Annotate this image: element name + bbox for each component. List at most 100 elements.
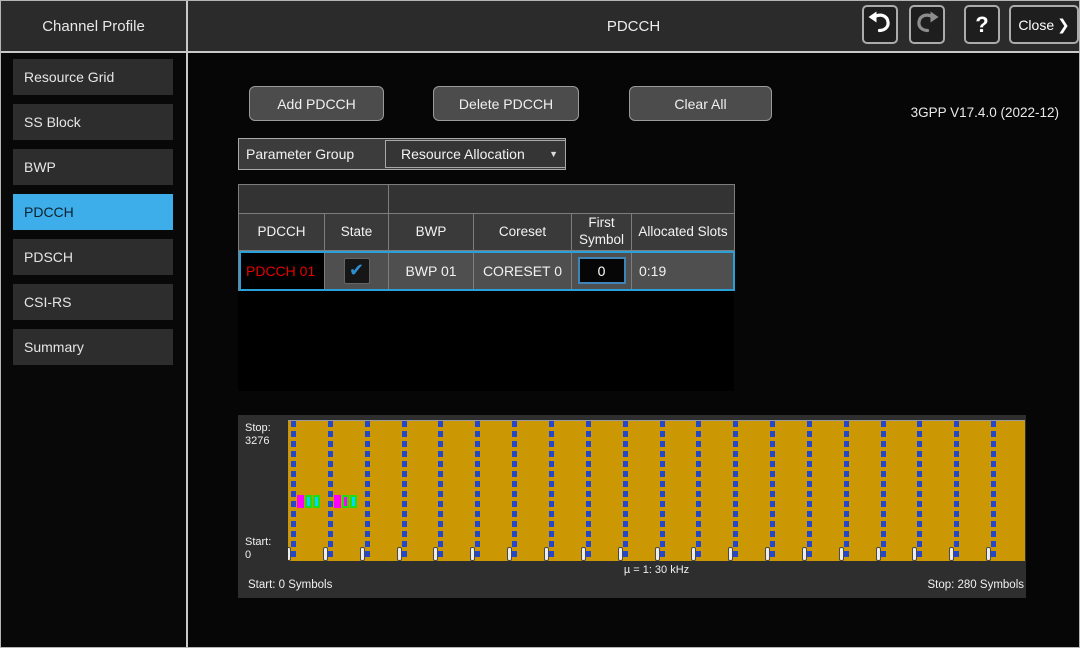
undo-icon: [867, 9, 893, 40]
titlebar-border: [1, 51, 1079, 53]
slot-boundary-line: [954, 421, 959, 561]
bwp-cell[interactable]: BWP 01: [389, 251, 474, 291]
sidebar: Resource Grid SS Block BWP PDCCH PDSCH C…: [1, 53, 186, 647]
first-symbol-input[interactable]: [578, 257, 626, 284]
sidebar-item-pdsch[interactable]: PDSCH: [13, 239, 173, 275]
sidebar-item-csi-rs[interactable]: CSI-RS: [13, 284, 173, 320]
y-axis-start-label: Start: 0: [245, 536, 271, 562]
help-icon: ?: [975, 12, 988, 38]
sidebar-item-label: Resource Grid: [24, 69, 114, 85]
y-axis-stop-label: Stop: 3276: [245, 422, 271, 448]
sidebar-item-label: PDCCH: [24, 204, 74, 220]
delete-pdcch-button[interactable]: Delete PDCCH: [433, 86, 579, 121]
pdcch-name-cell[interactable]: PDCCH 01: [239, 251, 325, 291]
pdcch-allocation-blocks: [297, 495, 320, 508]
add-pdcch-button[interactable]: Add PDCCH: [249, 86, 384, 121]
col-header-allocated-slots: Allocated Slots: [632, 214, 735, 251]
help-button[interactable]: ?: [964, 5, 1000, 44]
slot-tick-marker: [470, 547, 475, 561]
slot-allocation-chart: Stop: 3276 Start: 0 µ = 1: 30 kHz Start:…: [238, 415, 1026, 598]
slot-boundary-line: [328, 421, 333, 561]
allocation-block: [297, 495, 304, 508]
slot-tick-marker: [728, 547, 733, 561]
coreset-cell[interactable]: CORESET 0: [474, 251, 572, 291]
close-button[interactable]: Close ❯: [1009, 5, 1079, 44]
x-axis-start-label: Start: 0 Symbols: [248, 579, 332, 591]
first-symbol-cell: [572, 251, 632, 291]
close-label: Close: [1018, 17, 1054, 33]
slot-tick-marker: [765, 547, 770, 561]
sidebar-item-label: SS Block: [24, 114, 81, 130]
slot-boundary-line: [844, 421, 849, 561]
dropdown-arrow-icon: ▼: [549, 149, 558, 159]
sidebar-item-label: Summary: [24, 339, 84, 355]
slot-tick-marker: [655, 547, 660, 561]
state-cell: ✔: [325, 251, 389, 291]
slot-boundary-line: [291, 421, 296, 561]
sidebar-item-label: BWP: [24, 159, 56, 175]
pdcch-allocation-blocks: [334, 495, 357, 508]
x-axis-stop-label: Stop: 280 Symbols: [927, 579, 1024, 591]
allocation-block: [342, 495, 349, 508]
table-header-row: PDCCH State BWP Coreset First Symbol All…: [239, 214, 735, 251]
col-header-bwp: BWP: [389, 214, 474, 251]
slot-boundary-line: [807, 421, 812, 561]
group-cell-channel: [239, 185, 389, 214]
parameter-group-value: Resource Allocation: [401, 146, 525, 162]
state-checkbox[interactable]: ✔: [344, 258, 370, 284]
numerology-label: µ = 1: 30 kHz: [288, 564, 1025, 576]
slot-boundary-line: [475, 421, 480, 561]
slot-tick-marker: [544, 547, 549, 561]
undo-button[interactable]: [862, 5, 898, 44]
sidebar-item-resource-grid[interactable]: Resource Grid: [13, 59, 173, 95]
slot-tick-marker: [839, 547, 844, 561]
sidebar-item-label: PDSCH: [24, 249, 73, 265]
redo-button[interactable]: [909, 5, 945, 44]
slot-tick-marker: [802, 547, 807, 561]
allocation-block: [313, 495, 320, 508]
parameter-group-select[interactable]: Resource Allocation ▼: [385, 140, 566, 168]
allocation-block: [334, 495, 341, 508]
slot-boundary-line: [623, 421, 628, 561]
slot-tick-marker: [433, 547, 438, 561]
slot-boundary-line: [770, 421, 775, 561]
slot-tick-marker: [507, 547, 512, 561]
slot-tick-marker: [397, 547, 402, 561]
sidebar-item-summary[interactable]: Summary: [13, 329, 173, 365]
col-header-state: State: [325, 214, 389, 251]
col-header-pdcch: PDCCH: [239, 214, 325, 251]
slot-boundary-line: [438, 421, 443, 561]
slot-tick-marker: [581, 547, 586, 561]
slot-boundary-line: [365, 421, 370, 561]
parameter-group-label: Parameter Group: [239, 146, 354, 162]
allocated-slots-cell[interactable]: 0:19: [632, 251, 735, 291]
slot-tick-marker: [691, 547, 696, 561]
sidebar-title: Channel Profile: [42, 18, 145, 35]
group-cell-allocation: [389, 185, 735, 214]
slot-tick-marker: [876, 547, 881, 561]
slot-boundary-line: [586, 421, 591, 561]
slot-tick-marker: [912, 547, 917, 561]
slot-boundary-line: [512, 421, 517, 561]
slot-tick-marker: [949, 547, 954, 561]
slot-boundary-line: [733, 421, 738, 561]
allocation-block: [305, 495, 312, 508]
sidebar-item-pdcch[interactable]: PDCCH: [13, 194, 173, 230]
sidebar-item-ss-block[interactable]: SS Block: [13, 104, 173, 140]
slot-tick-marker: [986, 547, 991, 561]
panel-divider: [186, 1, 188, 648]
standard-version-label: 3GPP V17.4.0 (2022-12): [911, 105, 1059, 120]
page-title: PDCCH: [188, 1, 1079, 51]
slot-tick-marker: [360, 547, 365, 561]
sidebar-item-bwp[interactable]: BWP: [13, 149, 173, 185]
sidebar-header: Channel Profile: [1, 1, 186, 51]
slot-boundary-line: [402, 421, 407, 561]
parameter-group-field: Parameter Group Resource Allocation ▼: [238, 138, 566, 170]
slot-boundary-line: [696, 421, 701, 561]
sidebar-item-label: CSI-RS: [24, 294, 71, 310]
table-row[interactable]: PDCCH 01 ✔ BWP 01 CORESET 0 0:19: [239, 251, 735, 291]
slot-tick-marker: [618, 547, 623, 561]
slot-tick-marker: [323, 547, 328, 561]
clear-all-button[interactable]: Clear All: [629, 86, 772, 121]
slot-grid-plot: [288, 420, 1025, 561]
